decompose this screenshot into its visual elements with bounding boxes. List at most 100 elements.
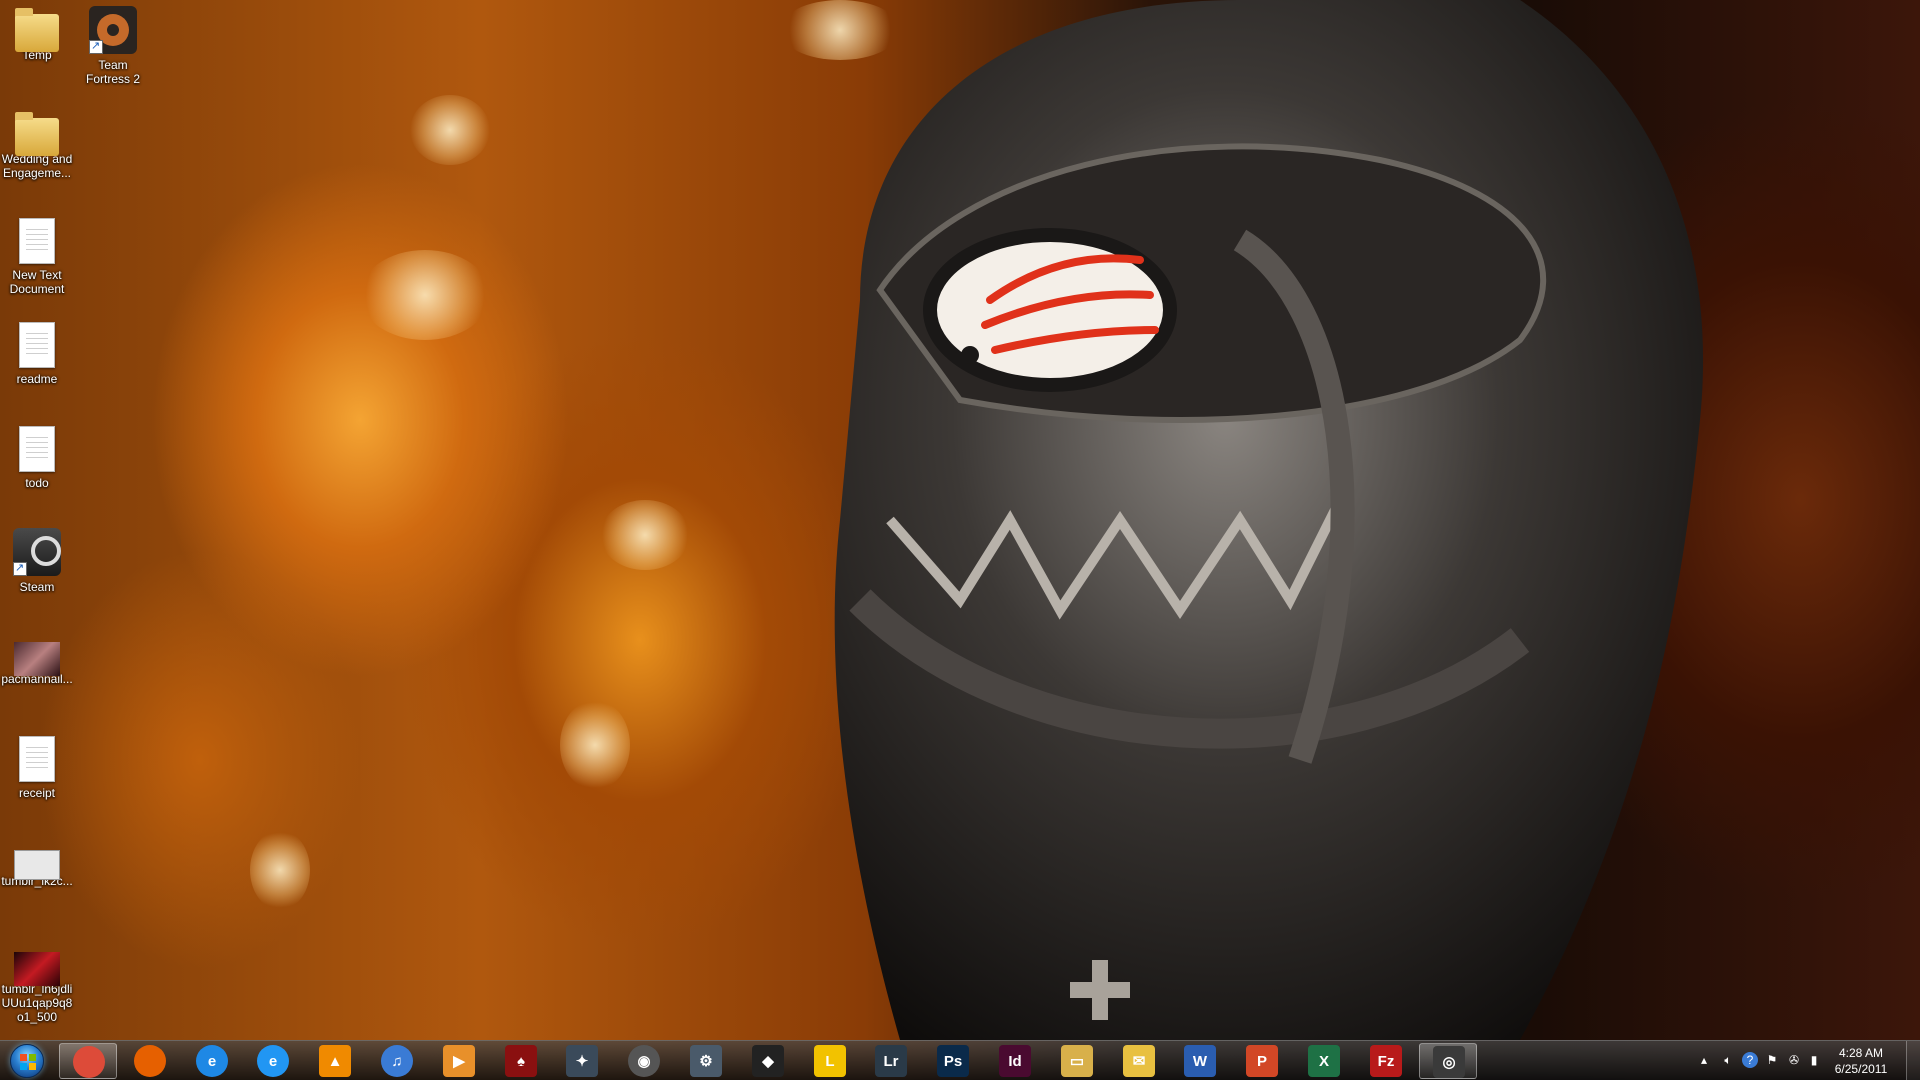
taskbar-indesign-button[interactable]: Id [986,1043,1044,1079]
desktop-icon-readme[interactable]: readme [0,322,75,386]
volume-icon[interactable]: 🔈︎ [1720,1052,1736,1068]
media-player-icon: ▶ [443,1045,475,1077]
bokeh-highlight [600,500,690,570]
app-robot-icon: ⚙ [690,1045,722,1077]
taskbar-app-robot-button[interactable]: ⚙ [677,1043,735,1079]
app-shield-icon: ◆ [752,1045,784,1077]
desktop-icon-receipt[interactable]: receipt [0,736,75,800]
mail-icon: ✉ [1123,1045,1155,1077]
taskbar-app-circle-button[interactable]: ◉ [615,1043,673,1079]
windows-start-orb-icon [10,1044,44,1078]
windows-flag-icon [20,1054,36,1070]
bokeh-highlight [250,830,310,910]
taskbar-firefox-button[interactable] [121,1043,179,1079]
action-center-flag-icon[interactable]: ⚑ [1764,1052,1780,1068]
taskbar-steam-button[interactable]: ◎ [1419,1043,1477,1079]
word-icon: W [1184,1045,1216,1077]
desktop-icon-label: New Text Document [9,268,65,296]
taskbar-starcraft-button[interactable]: ✦ [553,1043,611,1079]
lightroom-icon: Lr [875,1045,907,1077]
desktop-icon-tumblr-lk2c[interactable]: tumblr_lk2c... [0,840,75,888]
taskbar-app-red-logo-button[interactable]: ♠ [492,1043,550,1079]
team-fortress-2-icon [89,6,137,54]
steam-icon: ◎ [1433,1046,1465,1078]
desktop-icon-new-text-document[interactable]: New Text Document [0,218,75,296]
desktop-icon-pacmannail[interactable]: pacmannail... [0,634,75,686]
image-file-icon [14,642,60,676]
taskbar-chrome-button[interactable] [59,1043,117,1079]
logo-creator-icon: L [814,1045,846,1077]
shortcut-arrow-icon [89,39,103,54]
bokeh-highlight [410,95,490,165]
firefox-icon [134,1045,166,1077]
powerpoint-icon: P [1246,1045,1278,1077]
internet-explorer-2-icon: e [257,1045,289,1077]
desktop-icon-label: tumblr_ln6jdliUUu1qap9q8o1_500 [1,982,73,1024]
windows-explorer-icon: ▭ [1061,1045,1093,1077]
taskbar-windows-explorer-button[interactable]: ▭ [1048,1043,1106,1079]
image-file-icon [14,850,60,880]
taskbar-internet-explorer-button[interactable]: e [183,1043,241,1079]
steam-icon [13,528,61,576]
taskbar-app-shield-button[interactable]: ◆ [739,1043,797,1079]
system-clock[interactable]: 4:28 AM 6/25/2011 [1822,1045,1900,1077]
desktop-icon-wedding-folder[interactable]: Wedding and Engageme... [0,110,75,180]
taskbar-filezilla-button[interactable]: Fz [1357,1043,1415,1079]
taskbar-photoshop-button[interactable]: Ps [924,1043,982,1079]
shortcut-arrow-icon [13,561,27,576]
indesign-icon: Id [999,1045,1031,1077]
help-icon[interactable]: ? [1742,1052,1758,1068]
bokeh-highlight [560,700,630,790]
taskbar-itunes-button[interactable]: ♫ [368,1043,426,1079]
filezilla-icon: Fz [1370,1045,1402,1077]
folder-icon [15,112,59,156]
bokeh-highlight [360,250,490,340]
internet-explorer-icon: e [196,1045,228,1077]
show-desktop-button[interactable] [1906,1041,1920,1080]
clock-time: 4:28 AM [1838,1046,1884,1060]
desktop-icon-steam[interactable]: Steam [0,528,75,594]
taskbar-logo-creator-button[interactable]: L [801,1043,859,1079]
taskbar-internet-explorer-2-button[interactable]: e [244,1043,302,1079]
photoshop-icon: Ps [937,1045,969,1077]
clock-date: 6/25/2011 [1834,1062,1888,1076]
desktop-icon-label: Steam [19,580,55,594]
itunes-icon: ♫ [381,1045,413,1077]
text-document-icon [19,218,55,264]
taskbar-lightroom-button[interactable]: Lr [862,1043,920,1079]
desktop-icon-label: Wedding and Engageme... [1,152,73,180]
excel-icon: X [1308,1045,1340,1077]
network-icon[interactable]: ✇ [1786,1052,1802,1068]
text-document-icon [19,322,55,368]
starcraft-icon: ✦ [566,1045,598,1077]
desktop-icon-label: readme [16,372,58,386]
taskbar-media-player-button[interactable]: ▶ [430,1043,488,1079]
taskbar-word-button[interactable]: W [1171,1043,1229,1079]
desktop-icon-tumblr-ln6jdl[interactable]: tumblr_ln6jdliUUu1qap9q8o1_500 [0,944,75,1024]
desktop-icon-label: todo [25,476,49,490]
text-document-icon [19,426,55,472]
desktop-icon-label: Team Fortress 2 [85,58,140,86]
chrome-icon [73,1046,105,1078]
desktop-icon-team-fortress-2[interactable]: Team Fortress 2 [75,6,151,86]
taskbar: e e ▲ ♫ ▶ ♠ ✦ ◉ ⚙ ◆ L Lr Ps Id ▭ ✉ W P X Fz ◎ ▴ 🔈︎ ? ⚑ ✇ ▮ 4… [0,1040,1920,1080]
app-red-logo-icon: ♠ [505,1045,537,1077]
folder-icon [15,8,59,52]
document-icon [19,736,55,782]
taskbar-vlc-button[interactable]: ▲ [306,1043,364,1079]
tiki-statue-image [834,0,1704,1040]
desktop-icon-todo[interactable]: todo [0,426,75,490]
show-hidden-icons-arrow[interactable]: ▴ [1696,1052,1712,1068]
taskbar-powerpoint-button[interactable]: P [1233,1043,1291,1079]
taskbar-excel-button[interactable]: X [1295,1043,1353,1079]
signal-icon[interactable]: ▮ [1806,1052,1822,1068]
notification-area: ▴ 🔈︎ ? ⚑ ✇ ▮ 4:28 AM 6/25/2011 [1690,1041,1920,1080]
vlc-icon: ▲ [319,1045,351,1077]
desktop-wallpaper [0,0,1920,1080]
image-file-icon [14,952,60,986]
desktop-icon-temp[interactable]: Temp [0,6,75,62]
app-circle-icon: ◉ [628,1045,660,1077]
desktop-icon-label: receipt [18,786,56,800]
taskbar-mail-button[interactable]: ✉ [1110,1043,1168,1079]
start-button[interactable] [4,1042,50,1080]
